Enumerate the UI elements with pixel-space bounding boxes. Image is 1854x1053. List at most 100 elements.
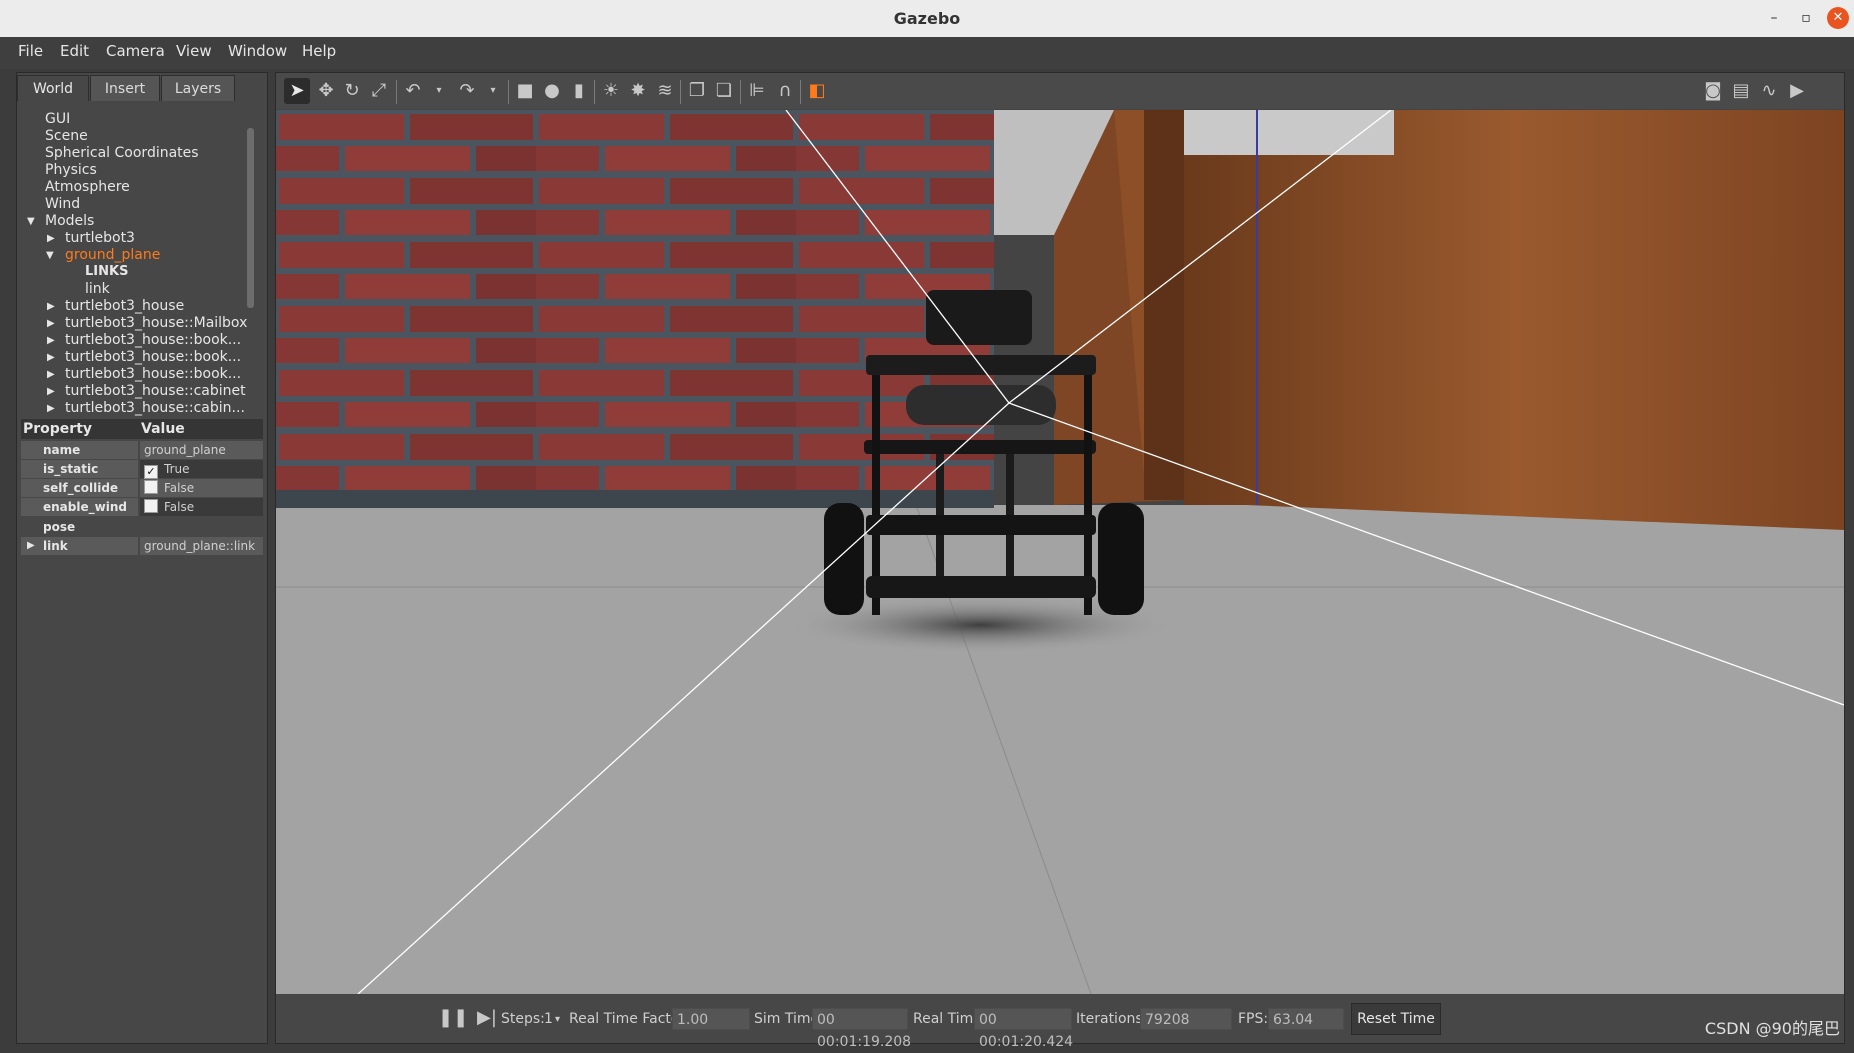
spot-light-icon[interactable]: ✸: [625, 78, 651, 104]
prop-enable-wind-label: enable_wind: [21, 498, 138, 516]
scale-mode-icon[interactable]: ⤢: [366, 78, 392, 104]
watermark: CSDN @90的尾巴: [1704, 1019, 1840, 1038]
tree-item-physics[interactable]: Physics: [45, 162, 97, 178]
tree-item-gui[interactable]: GUI: [45, 111, 70, 127]
menu-camera[interactable]: Camera: [106, 42, 165, 60]
prop-self-collide-value[interactable]: False: [140, 479, 263, 497]
tree-item-wind[interactable]: Wind: [45, 196, 80, 212]
point-light-icon[interactable]: ☀: [598, 78, 624, 104]
fps-field: 63.04: [1268, 1008, 1344, 1030]
reset-time-button[interactable]: Reset Time: [1351, 1003, 1441, 1035]
select-mode-icon[interactable]: ➤: [284, 78, 310, 104]
screenshot-camera-icon[interactable]: ◙: [1700, 78, 1726, 104]
real-time-field: 00 00:01:20.424: [974, 1008, 1073, 1050]
prop-pose-label[interactable]: pose: [21, 518, 138, 536]
view-angle-icon[interactable]: ◧: [804, 78, 830, 104]
model-turtlebot3[interactable]: turtlebot3: [65, 230, 135, 246]
close-button[interactable]: ✕: [1827, 7, 1849, 29]
menu-bar: File Edit Camera View Window Help: [0, 37, 1854, 69]
tab-world[interactable]: World: [17, 75, 89, 101]
collapsed-arrow-icon[interactable]: ▶: [47, 335, 55, 346]
expanded-arrow-icon[interactable]: ▼: [27, 216, 35, 227]
steps-value[interactable]: 1: [544, 1011, 553, 1027]
steps-dropdown-icon[interactable]: ▾: [555, 1014, 560, 1025]
tree-item-models[interactable]: Models: [45, 213, 94, 229]
prop-name-value[interactable]: ground_plane: [140, 441, 263, 459]
plot-icon[interactable]: ∿: [1756, 78, 1782, 104]
menu-window[interactable]: Window: [228, 42, 287, 60]
tree-scrollbar[interactable]: [247, 128, 254, 308]
iterations-field: 79208: [1140, 1008, 1232, 1030]
link-item[interactable]: link: [85, 281, 110, 297]
toolbar-separator: [740, 80, 741, 104]
log-icon[interactable]: ▤: [1728, 78, 1754, 104]
sim-time-field: 00 00:01:19.208: [812, 1008, 911, 1050]
is-static-checkbox[interactable]: ✓: [144, 465, 158, 479]
model-turtlebot3-house[interactable]: turtlebot3_house: [65, 298, 184, 314]
model-book-1[interactable]: turtlebot3_house::book...: [65, 332, 241, 348]
prop-row-link[interactable]: ▶ link ground_plane::link: [21, 537, 263, 555]
expanded-arrow-icon[interactable]: ▼: [46, 250, 54, 261]
prop-is-static-value[interactable]: ✓ True: [140, 460, 263, 479]
steps-label: Steps:: [501, 1011, 545, 1027]
rotate-mode-icon[interactable]: ↻: [339, 78, 365, 104]
tree-item-spherical-coordinates[interactable]: Spherical Coordinates: [45, 145, 199, 161]
prop-enable-wind-value[interactable]: False: [140, 498, 263, 516]
collapsed-arrow-icon[interactable]: ▶: [47, 352, 55, 363]
toolbar-separator: [508, 80, 509, 104]
translate-mode-icon[interactable]: ✥: [313, 78, 339, 104]
model-book-2[interactable]: turtlebot3_house::book...: [65, 349, 241, 365]
tree-item-atmosphere[interactable]: Atmosphere: [45, 179, 130, 195]
pause-icon[interactable]: ❚❚: [438, 1005, 468, 1031]
collapsed-arrow-icon[interactable]: ▶: [47, 386, 55, 397]
sphere-shape-icon[interactable]: ●: [539, 78, 565, 104]
iterations-label: Iterations:: [1076, 1011, 1148, 1027]
prop-row-pose[interactable]: ▶ pose: [21, 518, 263, 536]
prop-row-self-collide: self_collide False: [21, 479, 263, 497]
enable-wind-text: False: [164, 500, 195, 514]
is-static-text: True: [164, 462, 190, 476]
minimize-button[interactable]: –: [1763, 7, 1785, 29]
self-collide-checkbox[interactable]: [144, 480, 158, 494]
redo-dropdown-icon[interactable]: ▾: [480, 78, 506, 104]
box-shape-icon[interactable]: ■: [512, 78, 538, 104]
model-mailbox[interactable]: turtlebot3_house::Mailbox: [65, 315, 247, 331]
snap-magnet-icon[interactable]: ∩: [772, 78, 798, 104]
value-header: Value: [141, 421, 185, 437]
left-tabs: World Insert Layers: [17, 73, 267, 101]
enable-wind-checkbox[interactable]: [144, 499, 158, 513]
copy-icon[interactable]: ❐: [684, 78, 710, 104]
paste-icon[interactable]: ❏: [711, 78, 737, 104]
collapsed-arrow-icon[interactable]: ▶: [47, 403, 55, 414]
redo-icon[interactable]: ↷: [454, 78, 480, 104]
undo-icon[interactable]: ↶: [400, 78, 426, 104]
scene-viewport[interactable]: [276, 109, 1845, 995]
property-header: Property: [23, 421, 93, 437]
model-cabinet-2[interactable]: turtlebot3_house::cabin...: [65, 400, 245, 416]
undo-dropdown-icon[interactable]: ▾: [426, 78, 452, 104]
directional-light-icon[interactable]: ≋: [652, 78, 678, 104]
model-book-3[interactable]: turtlebot3_house::book...: [65, 366, 241, 382]
menu-file[interactable]: File: [18, 42, 43, 60]
maximize-button[interactable]: ▫: [1795, 7, 1817, 29]
collapsed-arrow-icon[interactable]: ▶: [47, 301, 55, 312]
tree-item-scene[interactable]: Scene: [45, 128, 88, 144]
tab-layers[interactable]: Layers: [161, 75, 235, 101]
align-icon[interactable]: ⊫: [744, 78, 770, 104]
menu-help[interactable]: Help: [302, 42, 336, 60]
toolbar-separator: [594, 80, 595, 104]
collapsed-arrow-icon[interactable]: ▶: [27, 540, 35, 551]
tab-insert[interactable]: Insert: [90, 75, 160, 101]
scene-render: [276, 109, 1845, 995]
menu-edit[interactable]: Edit: [60, 42, 89, 60]
step-icon[interactable]: ▶|: [474, 1005, 500, 1031]
video-record-icon[interactable]: ▶: [1784, 78, 1810, 104]
collapsed-arrow-icon[interactable]: ▶: [47, 369, 55, 380]
menu-view[interactable]: View: [176, 42, 212, 60]
cylinder-shape-icon[interactable]: ▮: [566, 78, 592, 104]
model-cabinet[interactable]: turtlebot3_house::cabinet: [65, 383, 246, 399]
model-ground-plane[interactable]: ground_plane: [65, 247, 160, 263]
prop-link-label[interactable]: link: [21, 537, 138, 555]
collapsed-arrow-icon[interactable]: ▶: [47, 318, 55, 329]
collapsed-arrow-icon[interactable]: ▶: [47, 233, 55, 244]
